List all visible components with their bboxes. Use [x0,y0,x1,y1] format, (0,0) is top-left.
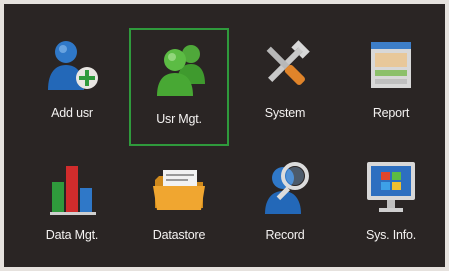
folder-icon [149,156,209,218]
monitor-icon [361,156,421,218]
menu-item-user-management[interactable]: Usr Mgt. [129,28,229,146]
menu-item-datastore[interactable]: Datastore [129,144,229,262]
menu-item-label: Record [265,228,305,242]
bar-chart-icon [42,156,102,218]
menu-item-system[interactable]: System [235,22,335,140]
main-menu-screen: Add usr Usr Mgt. System Report Data Mgt.… [0,0,449,271]
menu-item-system-info[interactable]: Sys. Info. [341,144,441,262]
search-user-icon [255,156,315,218]
menu-item-label: Datastore [152,228,206,242]
menu-item-report[interactable]: Report [341,22,441,140]
menu-item-record[interactable]: Record [235,144,335,262]
add-user-icon [42,34,102,96]
tools-icon [255,34,315,96]
menu-item-label: Data Mgt. [45,228,99,242]
menu-item-add-user[interactable]: Add usr [22,22,122,140]
menu-item-label: Sys. Info. [365,228,417,242]
menu-item-data-management[interactable]: Data Mgt. [22,144,122,262]
report-icon [361,34,421,96]
menu-item-label: Usr Mgt. [156,112,202,126]
menu-item-label: Add usr [51,106,93,120]
menu-item-label: System [264,106,306,120]
users-icon [151,38,211,100]
menu-item-label: Report [372,106,410,120]
